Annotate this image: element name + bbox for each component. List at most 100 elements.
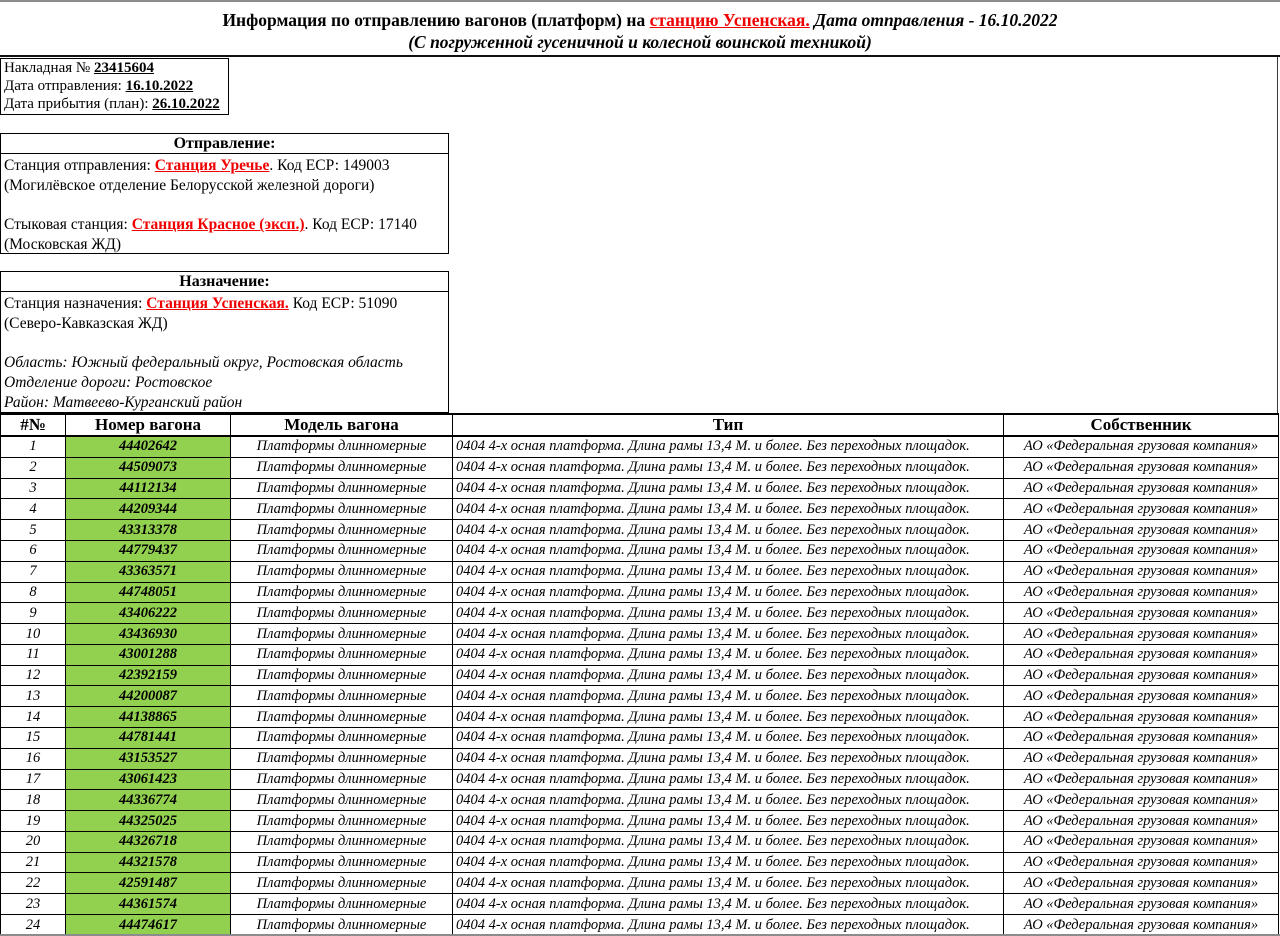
- wagon-number-cell: 42392159: [66, 665, 231, 686]
- wagon-model-cell: Платформы длинномерные: [231, 644, 453, 665]
- waybill-number-label: Накладная №: [4, 60, 94, 76]
- report-title: Информация по отправлению вагонов (платф…: [0, 2, 1280, 57]
- departure-section-body: Станция отправления: Станция Уречье. Код…: [1, 154, 448, 255]
- table-row: 1944325025Платформы длинномерные0404 4-х…: [1, 811, 1279, 832]
- departure-station-link[interactable]: Станция Уречье: [155, 157, 270, 174]
- wagon-number-cell: 44209344: [66, 499, 231, 520]
- wagon-owner-cell: АО «Федеральная грузовая компания»: [1004, 707, 1279, 728]
- destination-station-code: Код ЕСР: 51090: [289, 295, 397, 312]
- header-wagon-number: Номер вагона: [66, 414, 231, 436]
- destination-station-link-2[interactable]: Станция Успенская.: [146, 295, 289, 312]
- destination-station-link[interactable]: станцию Успенская.: [650, 10, 810, 30]
- wagon-model-cell: Платформы длинномерные: [231, 811, 453, 832]
- row-index-cell: 22: [1, 873, 66, 894]
- wagon-type-cell: 0404 4-х осная платформа. Длина рамы 13,…: [453, 499, 1004, 520]
- wagon-model-cell: Платформы длинномерные: [231, 436, 453, 457]
- wagon-number-cell: 44112134: [66, 478, 231, 499]
- wagon-owner-cell: АО «Федеральная грузовая компания»: [1004, 457, 1279, 478]
- table-row: 1643153527Платформы длинномерные0404 4-х…: [1, 748, 1279, 769]
- wagon-owner-cell: АО «Федеральная грузовая компания»: [1004, 748, 1279, 769]
- row-index-cell: 21: [1, 852, 66, 873]
- table-row: 1344200087Платформы длинномерные0404 4-х…: [1, 686, 1279, 707]
- wagon-number-cell: 44781441: [66, 728, 231, 749]
- departure-station-line: Станция отправления: Станция Уречье. Код…: [4, 156, 448, 176]
- wagon-type-cell: 0404 4-х осная платформа. Длина рамы 13,…: [453, 436, 1004, 457]
- wagon-number-cell: 44402642: [66, 436, 231, 457]
- table-row: 1444138865Платформы длинномерные0404 4-х…: [1, 707, 1279, 728]
- wagon-number-cell: 44138865: [66, 707, 231, 728]
- wagon-number-cell: 44509073: [66, 457, 231, 478]
- report-title-line1: Информация по отправлению вагонов (платф…: [0, 9, 1280, 31]
- wagon-owner-cell: АО «Федеральная грузовая компания»: [1004, 915, 1279, 936]
- waybill-number-line: Накладная № 23415604: [4, 59, 228, 77]
- wagon-number-cell: 43363571: [66, 561, 231, 582]
- departure-section: Отправление: Станция отправления: Станци…: [0, 133, 449, 254]
- wagon-owner-cell: АО «Федеральная грузовая компания»: [1004, 873, 1279, 894]
- wagon-owner-cell: АО «Федеральная грузовая компания»: [1004, 686, 1279, 707]
- wagon-owner-cell: АО «Федеральная грузовая компания»: [1004, 520, 1279, 541]
- wagon-owner-cell: АО «Федеральная грузовая компания»: [1004, 811, 1279, 832]
- wagon-number-cell: 44200087: [66, 686, 231, 707]
- row-index-cell: 5: [1, 520, 66, 541]
- wagon-table-header-row: #№ Номер вагона Модель вагона Тип Собств…: [1, 414, 1279, 436]
- wagon-owner-cell: АО «Федеральная грузовая компания»: [1004, 478, 1279, 499]
- wagon-type-cell: 0404 4-х осная платформа. Длина рамы 13,…: [453, 728, 1004, 749]
- table-row: 1544781441Платформы длинномерные0404 4-х…: [1, 728, 1279, 749]
- waybill-number-value: 23415604: [94, 60, 154, 76]
- wagon-type-cell: 0404 4-х осная платформа. Длина рамы 13,…: [453, 790, 1004, 811]
- table-row: 1242392159Платформы длинномерные0404 4-х…: [1, 665, 1279, 686]
- wagon-model-cell: Платформы длинномерные: [231, 624, 453, 645]
- arrival-date-label: Дата прибытия (план):: [4, 96, 152, 112]
- wagon-type-cell: 0404 4-х осная платформа. Длина рамы 13,…: [453, 915, 1004, 936]
- wagon-owner-cell: АО «Федеральная грузовая компания»: [1004, 499, 1279, 520]
- wagon-number-cell: 42591487: [66, 873, 231, 894]
- table-row: 844748051Платформы длинномерные0404 4-х …: [1, 582, 1279, 603]
- wagon-number-cell: 43313378: [66, 520, 231, 541]
- wagon-type-cell: 0404 4-х осная платформа. Длина рамы 13,…: [453, 707, 1004, 728]
- wagon-type-cell: 0404 4-х осная платформа. Длина рамы 13,…: [453, 831, 1004, 852]
- departure-date-value: 16.10.2022: [126, 78, 194, 94]
- row-index-cell: 17: [1, 769, 66, 790]
- table-row: 344112134Платформы длинномерные0404 4-х …: [1, 478, 1279, 499]
- row-index-cell: 10: [1, 624, 66, 645]
- table-row: 1143001288Платформы длинномерные0404 4-х…: [1, 644, 1279, 665]
- row-index-cell: 13: [1, 686, 66, 707]
- wagon-model-cell: Платформы длинномерные: [231, 686, 453, 707]
- junction-station-label: Стыковая станция:: [4, 216, 132, 233]
- wagon-number-cell: 43061423: [66, 769, 231, 790]
- destination-district-line: Район: Матвеево-Курганский район: [4, 393, 448, 413]
- destination-section: Назначение: Станция назначения: Станция …: [0, 271, 449, 413]
- wagon-model-cell: Платформы длинномерные: [231, 873, 453, 894]
- departure-station-label: Станция отправления:: [4, 157, 155, 174]
- wagon-type-cell: 0404 4-х осная платформа. Длина рамы 13,…: [453, 665, 1004, 686]
- wagon-owner-cell: АО «Федеральная грузовая компания»: [1004, 436, 1279, 457]
- wagon-owner-cell: АО «Федеральная грузовая компания»: [1004, 894, 1279, 915]
- table-row: 743363571Платформы длинномерные0404 4-х …: [1, 561, 1279, 582]
- row-index-cell: 14: [1, 707, 66, 728]
- wagon-type-cell: 0404 4-х осная платформа. Длина рамы 13,…: [453, 624, 1004, 645]
- wagon-type-cell: 0404 4-х осная платформа. Длина рамы 13,…: [453, 603, 1004, 624]
- row-index-cell: 3: [1, 478, 66, 499]
- wagon-model-cell: Платформы длинномерные: [231, 520, 453, 541]
- junction-station-link[interactable]: Станция Красное (эксп.): [132, 216, 305, 233]
- table-row: 1043436930Платформы длинномерные0404 4-х…: [1, 624, 1279, 645]
- waybill-departure-line: Дата отправления: 16.10.2022: [4, 77, 228, 95]
- wagon-model-cell: Платформы длинномерные: [231, 915, 453, 936]
- departure-station-code: . Код ЕСР: 149003: [269, 157, 389, 174]
- wagon-type-cell: 0404 4-х осная платформа. Длина рамы 13,…: [453, 561, 1004, 582]
- wagon-model-cell: Платформы длинномерные: [231, 499, 453, 520]
- spacer-line: [4, 334, 448, 354]
- table-row: 244509073Платформы длинномерные0404 4-х …: [1, 457, 1279, 478]
- row-index-cell: 18: [1, 790, 66, 811]
- wagon-type-cell: 0404 4-х осная платформа. Длина рамы 13,…: [453, 852, 1004, 873]
- row-index-cell: 11: [1, 644, 66, 665]
- table-row: 543313378Платформы длинномерные0404 4-х …: [1, 520, 1279, 541]
- wagon-type-cell: 0404 4-х осная платформа. Длина рамы 13,…: [453, 811, 1004, 832]
- table-row: 2144321578Платформы длинномерные0404 4-х…: [1, 852, 1279, 873]
- destination-station-label: Станция назначения:: [4, 295, 146, 312]
- wagon-number-cell: 44336774: [66, 790, 231, 811]
- wagon-owner-cell: АО «Федеральная грузовая компания»: [1004, 728, 1279, 749]
- wagon-table: #№ Номер вагона Модель вагона Тип Собств…: [0, 413, 1279, 936]
- destination-section-header: Назначение:: [1, 272, 448, 292]
- wagon-owner-cell: АО «Федеральная грузовая компания»: [1004, 790, 1279, 811]
